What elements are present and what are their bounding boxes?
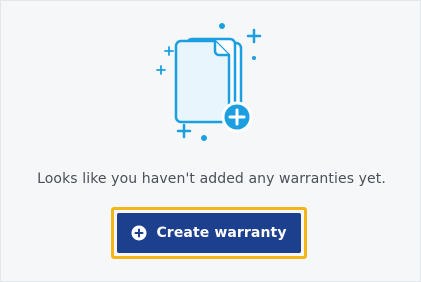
empty-state-message: Looks like you haven't added any warrant… bbox=[37, 171, 386, 187]
create-warranty-focus-ring: Create warranty bbox=[111, 207, 307, 259]
create-warranty-button[interactable]: Create warranty bbox=[117, 213, 301, 253]
empty-state-panel: Looks like you haven't added any warrant… bbox=[0, 0, 421, 282]
create-warranty-label: Create warranty bbox=[156, 225, 287, 241]
documents-add-icon bbox=[141, 13, 281, 145]
plus-circle-icon bbox=[131, 225, 147, 241]
